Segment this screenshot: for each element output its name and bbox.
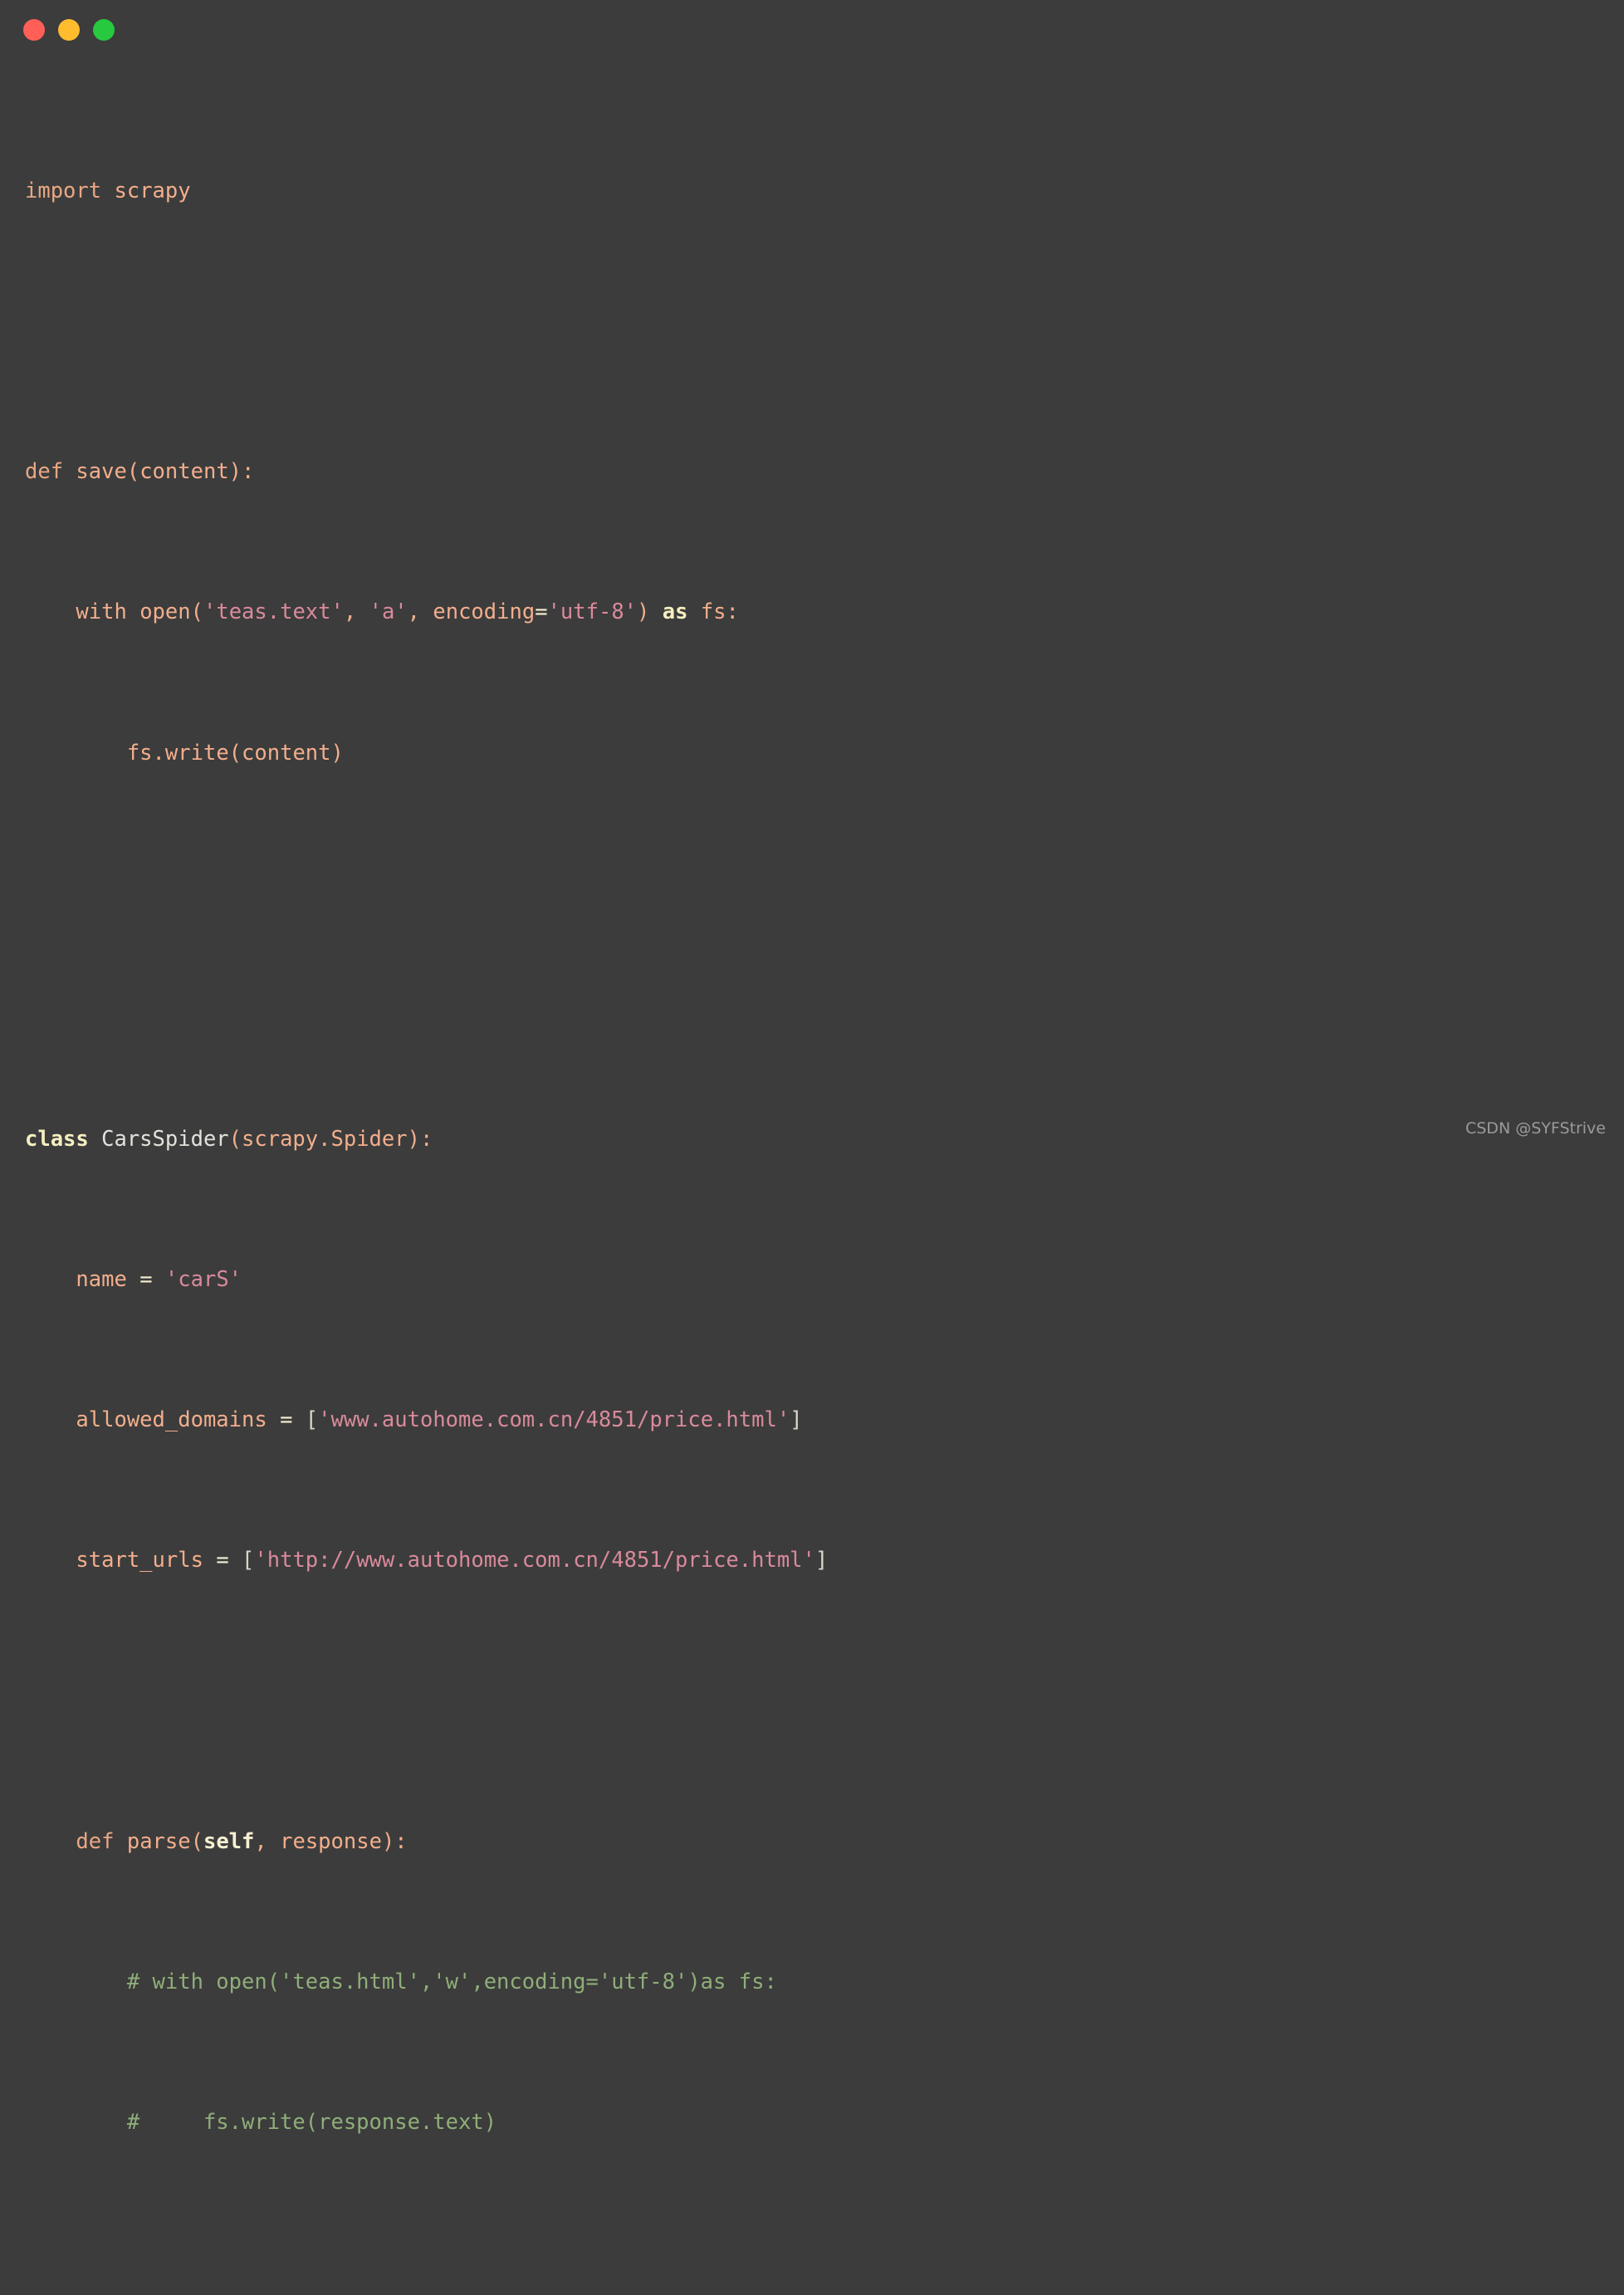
close-button[interactable]	[23, 19, 45, 41]
code-line-5: fs.write(content)	[126, 740, 344, 766]
code-line-13: def parse(self, response):	[76, 1828, 408, 1854]
code-line-9: name = 'carS'	[76, 1267, 242, 1293]
window-titlebar	[0, 0, 1624, 60]
minimize-button[interactable]	[58, 19, 80, 41]
code-screenshot-window: import scrapy def save(content): with op…	[0, 0, 1624, 2135]
code-line-3: def save(content):	[25, 459, 255, 485]
code-line-8: class CarsSpider(scrapy.Spider):	[25, 1126, 433, 1152]
code-line-4: with open('teas.text', 'a', encoding='ut…	[76, 599, 739, 625]
csdn-watermark: CSDN @SYFStrive	[1465, 1119, 1606, 1138]
code-block[interactable]: import scrapy def save(content): with op…	[0, 60, 1624, 2295]
code-line-11: start_urls = ['http://www.autohome.com.c…	[76, 1548, 829, 1573]
code-line-1: import scrapy	[25, 178, 191, 203]
code-line-15: # fs.write(response.text)	[126, 2110, 497, 2136]
code-line-10: allowed_domains = ['www.autohome.com.cn/…	[76, 1407, 803, 1433]
maximize-button[interactable]	[93, 19, 115, 41]
code-line-14: # with open('teas.html','w',encoding='ut…	[126, 1970, 777, 1995]
